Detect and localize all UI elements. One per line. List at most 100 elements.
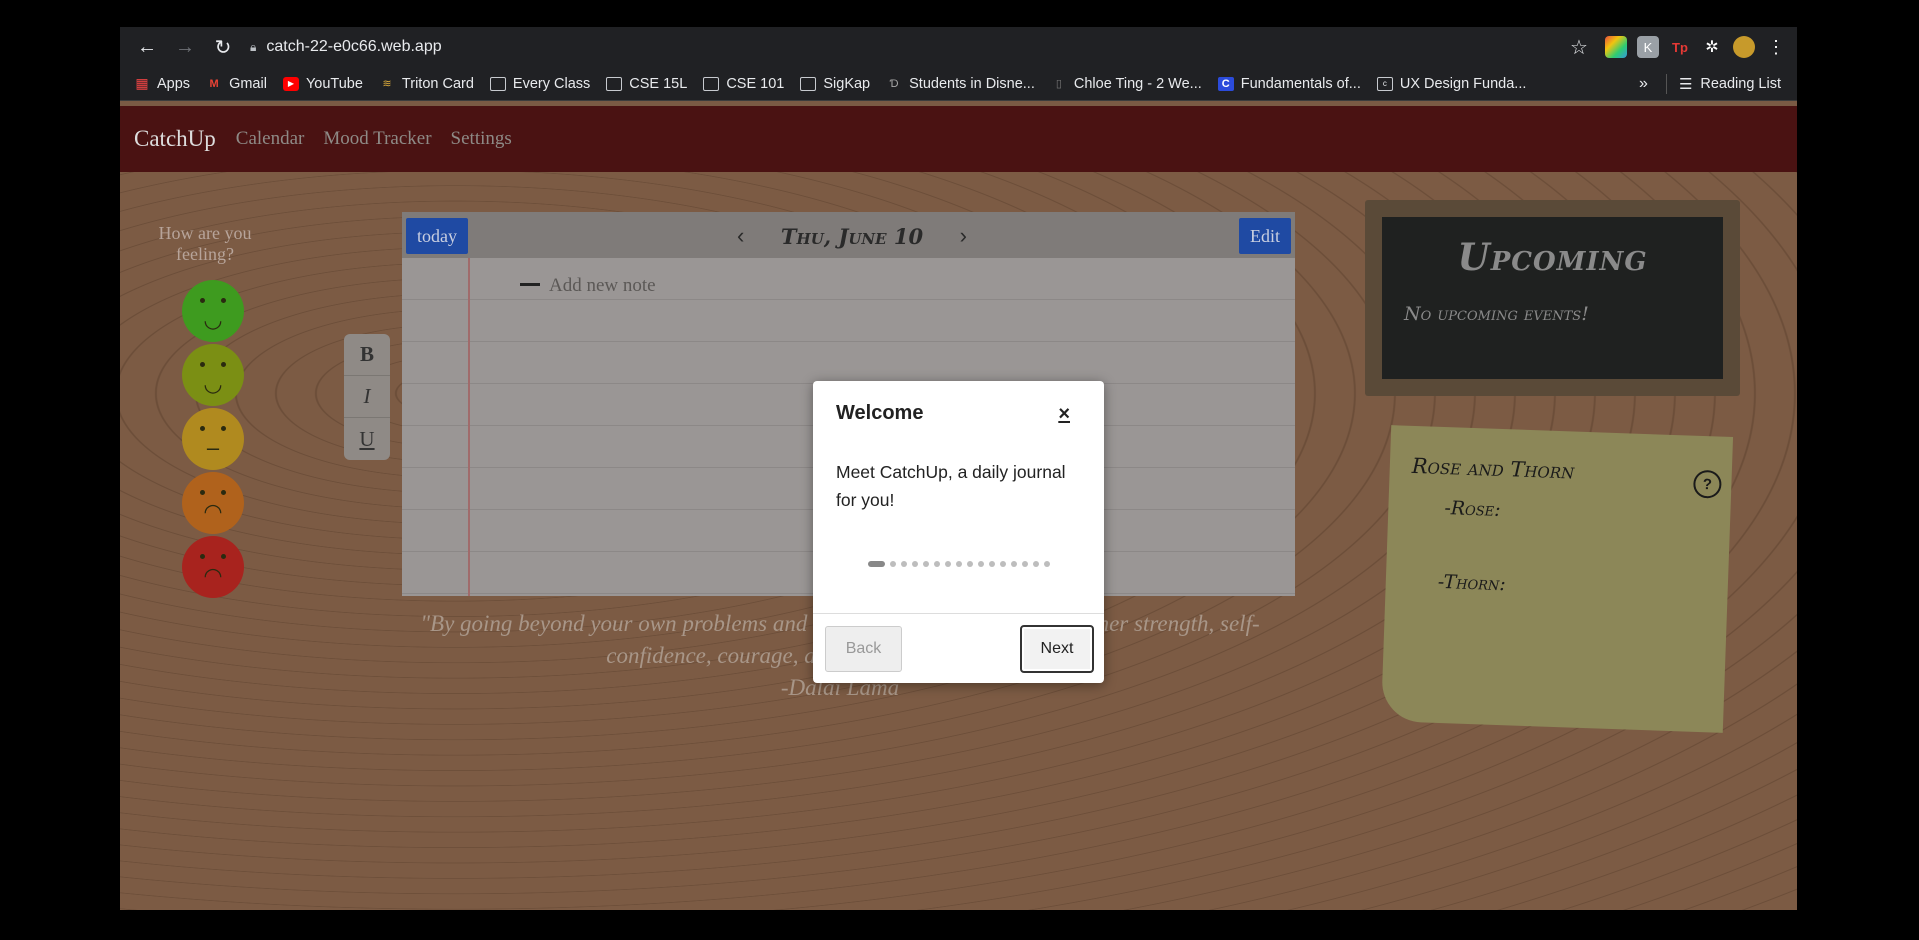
nav-settings[interactable]: Settings xyxy=(451,128,512,150)
welcome-modal: Welcome × Meet CatchUp, a daily journal … xyxy=(813,381,1104,683)
triton-icon: ≋ xyxy=(382,78,392,90)
reading-list-icon: ☰ xyxy=(1678,75,1693,93)
rose-thorn-title: Rose and Thorn xyxy=(1411,453,1575,484)
step-dot[interactable] xyxy=(988,561,995,567)
reload-icon[interactable]: ↻ xyxy=(204,31,242,63)
back-button[interactable]: Back xyxy=(825,626,902,672)
url-field[interactable]: 🔒︎ catch-22-e0c66.web.app xyxy=(250,31,1560,63)
mood-face-happy[interactable]: ◡ xyxy=(182,344,244,406)
journal-header: today ‹ Thu, June 10 › Edit xyxy=(402,212,1295,258)
edit-button[interactable]: Edit xyxy=(1239,218,1291,254)
disney-icon: Ɗ xyxy=(889,77,899,90)
prev-day-icon[interactable]: ‹ xyxy=(737,223,744,249)
rose-field[interactable]: -Rose: xyxy=(1444,497,1501,521)
step-dot[interactable] xyxy=(977,561,984,567)
upcoming-chalkboard: Upcoming No upcoming events! xyxy=(1365,200,1740,396)
bookmark-youtube[interactable]: ▶ YouTube xyxy=(282,76,363,92)
format-toolbar: B I U xyxy=(344,334,390,460)
tp-extension-icon[interactable]: Tp xyxy=(1669,36,1691,58)
page-icon: ▯ xyxy=(1055,78,1062,90)
bookmark-chloe-ting[interactable]: ▯ Chloe Ting - 2 We... xyxy=(1051,76,1202,92)
course-icon: c xyxy=(1376,76,1393,91)
forward-arrow-icon[interactable]: → xyxy=(166,31,204,63)
close-icon[interactable]: × xyxy=(1058,403,1070,426)
step-dot[interactable] xyxy=(1032,561,1039,567)
menu-kebab-icon[interactable]: ⋮ xyxy=(1765,36,1787,58)
next-day-icon[interactable]: › xyxy=(960,223,967,249)
gmail-icon: M xyxy=(209,77,219,90)
thorn-field[interactable]: -Thorn: xyxy=(1437,571,1506,595)
extensions-bar: K Tp ✲ ⋮ xyxy=(1605,36,1787,58)
bookmarks-right: » ☰ Reading List xyxy=(1639,73,1781,94)
step-dot[interactable] xyxy=(966,561,973,567)
app-navbar: CatchUp Calendar Mood Tracker Settings xyxy=(120,106,1797,172)
mood-face-very-happy[interactable]: ◡ xyxy=(182,280,244,342)
margin-line xyxy=(468,258,470,596)
nav-mood-tracker[interactable]: Mood Tracker xyxy=(323,128,431,150)
chalkboard-surface: Upcoming No upcoming events! xyxy=(1382,217,1723,379)
current-date: Thu, June 10 xyxy=(780,223,924,249)
step-dot[interactable] xyxy=(922,561,929,567)
reading-list-button[interactable]: Reading List xyxy=(1700,76,1781,92)
bookmark-triton-card[interactable]: ≋ Triton Card xyxy=(379,76,474,92)
mood-face-neutral[interactable]: – xyxy=(182,408,244,470)
add-note-placeholder: Add new note xyxy=(549,275,656,296)
italic-button[interactable]: I xyxy=(344,376,390,418)
bookmark-ux-design[interactable]: c UX Design Funda... xyxy=(1376,76,1526,92)
step-dot[interactable] xyxy=(1043,561,1050,567)
next-button[interactable]: Next xyxy=(1020,625,1094,673)
brand-logo[interactable]: CatchUp xyxy=(134,126,216,152)
nav-calendar[interactable]: Calendar xyxy=(236,128,305,150)
mood-face-very-sad[interactable]: ◠ xyxy=(182,536,244,598)
bookmark-fundamentals[interactable]: C Fundamentals of... xyxy=(1217,76,1361,92)
step-dot[interactable] xyxy=(1021,561,1028,567)
modal-body: Meet CatchUp, a daily journal for you! xyxy=(836,462,1066,510)
youtube-icon: ▶ xyxy=(282,76,299,91)
folder-icon xyxy=(703,76,720,91)
bookmark-students-disney[interactable]: Ɗ Students in Disne... xyxy=(886,76,1035,92)
step-dot[interactable] xyxy=(889,561,896,567)
avatar[interactable] xyxy=(1733,36,1755,58)
step-dot[interactable] xyxy=(911,561,918,567)
step-dot[interactable] xyxy=(900,561,907,567)
puzzle-icon[interactable]: ✲ xyxy=(1701,36,1723,58)
back-arrow-icon[interactable]: ← xyxy=(128,31,166,63)
bookmark-cse15l[interactable]: CSE 15L xyxy=(606,76,687,92)
folder-icon xyxy=(800,76,817,91)
mood-prompt: How are you feeling? xyxy=(158,223,252,264)
date-navigator: ‹ Thu, June 10 › xyxy=(737,218,967,254)
step-dot[interactable] xyxy=(933,561,940,567)
lock-icon: 🔒︎ xyxy=(250,39,257,54)
add-note-input[interactable]: Add new note xyxy=(520,275,656,297)
help-icon[interactable]: ? xyxy=(1692,469,1722,499)
divider xyxy=(1665,73,1667,94)
step-dot[interactable] xyxy=(999,561,1006,567)
step-dot[interactable] xyxy=(944,561,951,567)
k-extension-icon[interactable]: K xyxy=(1637,36,1659,58)
bookmark-gmail[interactable]: M Gmail xyxy=(206,76,266,92)
bookmark-star-icon[interactable]: ☆ xyxy=(1560,31,1598,63)
url-text: catch-22-e0c66.web.app xyxy=(266,38,442,55)
folder-icon xyxy=(606,76,623,91)
bookmark-every-class[interactable]: Every Class xyxy=(489,76,590,92)
today-button[interactable]: today xyxy=(406,218,468,254)
bookmarks-bar: ▦ Apps M Gmail ▶ YouTube ≋ Triton Card Every… xyxy=(120,67,1797,101)
bookmark-sigkap[interactable]: SigKap xyxy=(800,76,870,92)
upcoming-title: Upcoming xyxy=(1457,235,1648,279)
underline-button[interactable]: U xyxy=(344,418,390,460)
mood-face-sad[interactable]: ◠ xyxy=(182,472,244,534)
apps-grid-icon: ▦ xyxy=(135,75,149,91)
rose-thorn-note: Rose and Thorn ? -Rose: -Thorn: xyxy=(1380,425,1734,733)
bold-button[interactable]: B xyxy=(344,334,390,376)
step-indicator xyxy=(813,561,1104,567)
upcoming-empty-text: No upcoming events! xyxy=(1404,303,1589,325)
bookmarks-overflow-icon[interactable]: » xyxy=(1639,75,1648,93)
bookmark-apps[interactable]: ▦ Apps xyxy=(134,75,190,92)
bookmark-cse101[interactable]: CSE 101 xyxy=(703,76,784,92)
step-dot[interactable] xyxy=(955,561,962,567)
step-dot[interactable] xyxy=(867,561,885,567)
color-extension-icon[interactable] xyxy=(1605,36,1627,58)
c-icon: C xyxy=(1217,76,1234,91)
modal-title: Welcome xyxy=(836,402,924,424)
step-dot[interactable] xyxy=(1010,561,1017,567)
